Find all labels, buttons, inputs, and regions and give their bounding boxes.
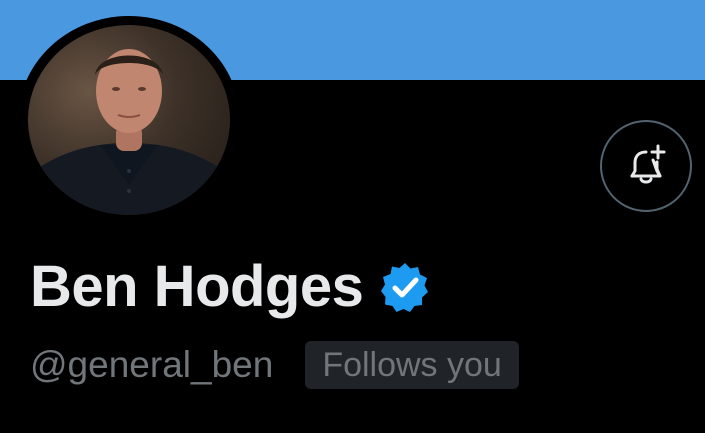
display-name: Ben Hodges bbox=[30, 254, 364, 319]
avatar[interactable] bbox=[28, 25, 230, 215]
handle-row: @general_ben Follows you bbox=[30, 338, 519, 392]
avatar-photo bbox=[28, 49, 230, 215]
bell-plus-icon bbox=[630, 144, 666, 184]
profile-header: Ben Hodges @general_ben Follows you bbox=[0, 0, 705, 433]
follows-you-badge: Follows you bbox=[305, 341, 519, 389]
notify-button[interactable] bbox=[600, 120, 692, 212]
username-handle: @general_ben bbox=[30, 344, 274, 385]
name-row: Ben Hodges bbox=[30, 252, 431, 322]
verified-badge-icon[interactable] bbox=[379, 261, 431, 313]
